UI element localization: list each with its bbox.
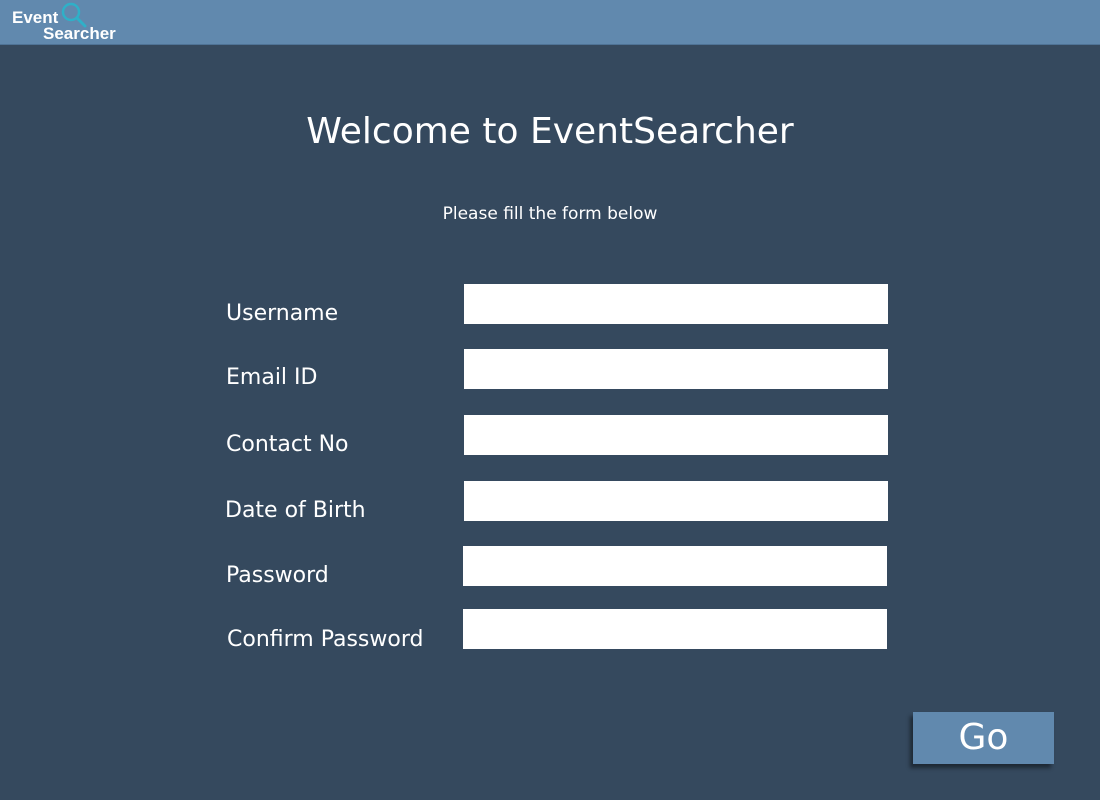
confirm-password-field[interactable] bbox=[463, 609, 887, 649]
username-field[interactable] bbox=[464, 284, 888, 324]
password-label: Password bbox=[226, 563, 329, 588]
page-title: Welcome to EventSearcher bbox=[306, 111, 794, 152]
confirm-password-label: Confirm Password bbox=[227, 627, 424, 652]
email-label: Email ID bbox=[226, 365, 318, 390]
go-button[interactable]: Go bbox=[913, 712, 1054, 764]
password-field[interactable] bbox=[463, 546, 887, 586]
magnifier-icon bbox=[61, 2, 87, 28]
email-field[interactable] bbox=[464, 349, 888, 389]
date-of-birth-label: Date of Birth bbox=[225, 498, 366, 523]
username-label: Username bbox=[226, 301, 339, 326]
event-searcher-logo[interactable]: Event Searcher bbox=[10, 2, 130, 42]
top-bar: Event Searcher bbox=[0, 0, 1100, 45]
date-of-birth-field[interactable] bbox=[464, 481, 888, 521]
page-subtitle: Please fill the form below bbox=[442, 204, 658, 224]
contact-no-field[interactable] bbox=[464, 415, 888, 455]
contact-no-label: Contact No bbox=[226, 432, 349, 457]
